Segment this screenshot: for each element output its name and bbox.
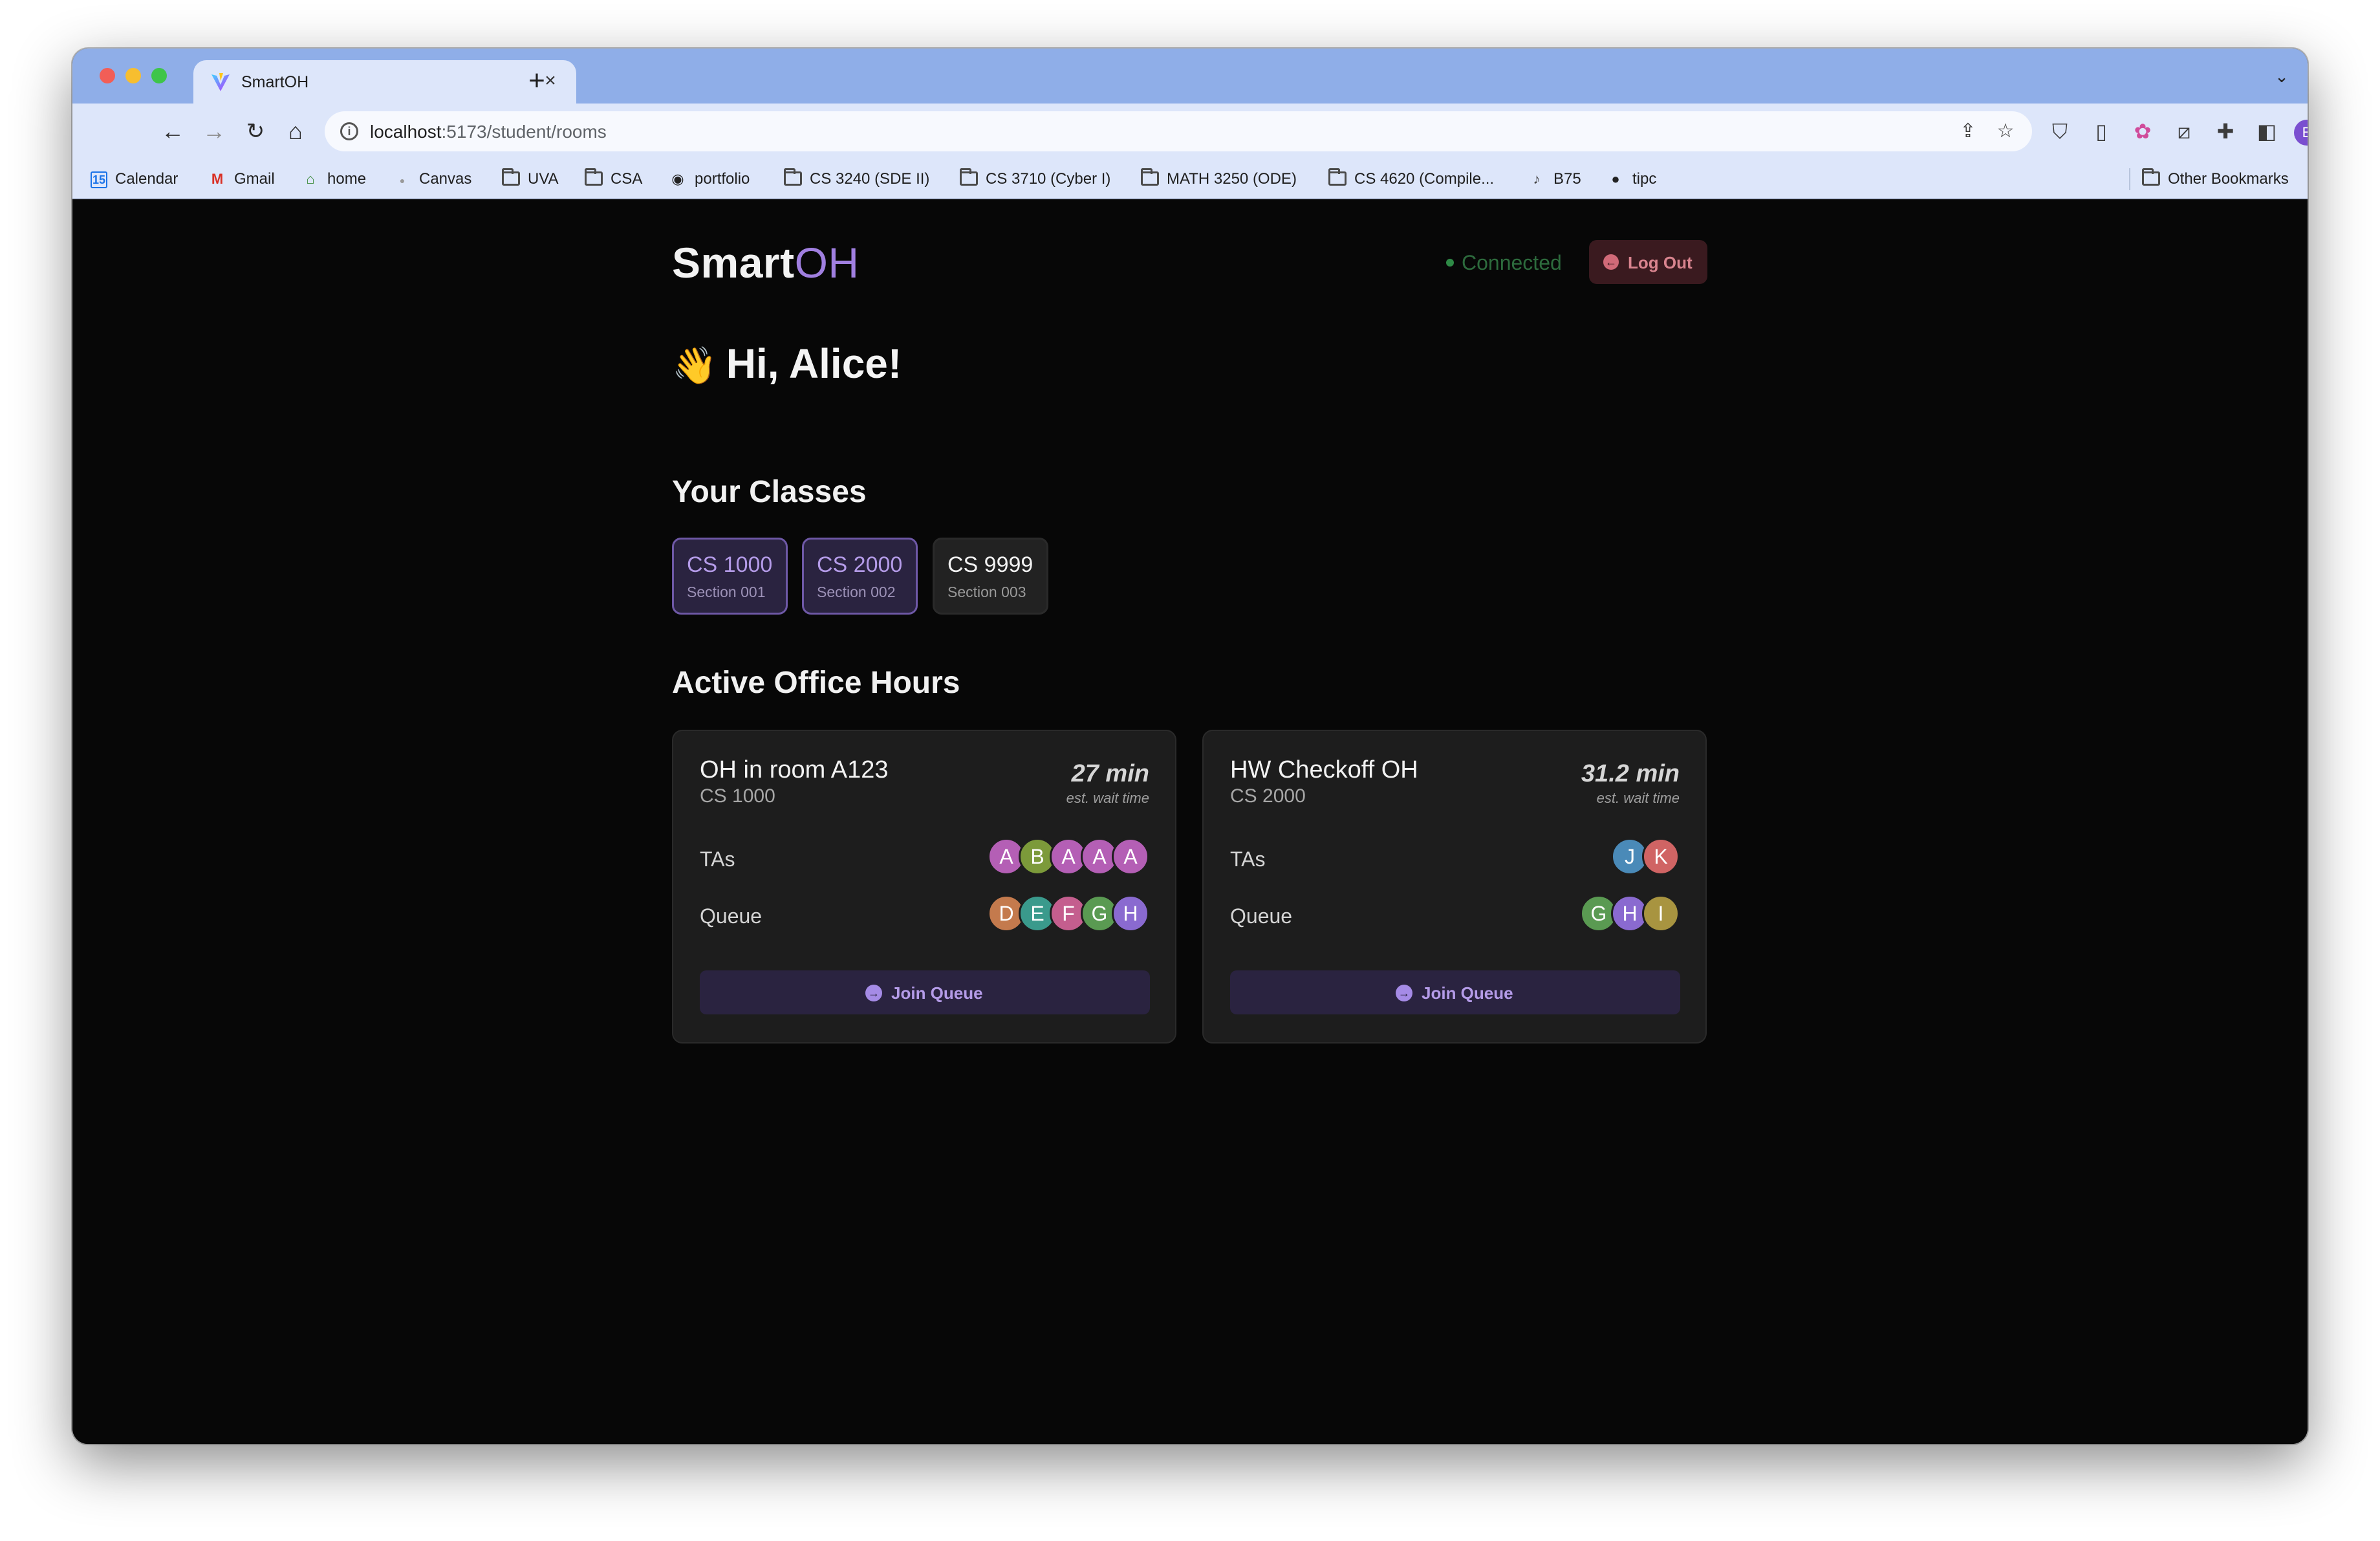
person-avatar: K [1642, 838, 1680, 875]
folder-icon [784, 168, 802, 186]
status-dot-icon [1446, 259, 1454, 267]
share-icon[interactable]: ⇪ [1956, 119, 1980, 144]
waving-hand-icon: 👋 [672, 345, 717, 386]
new-tab-button[interactable]: + [519, 63, 555, 99]
folder-icon [502, 168, 520, 186]
github-icon: ● [1611, 171, 1620, 187]
active-office-hours-title: Active Office Hours [672, 666, 960, 700]
other-bookmarks[interactable]: Other Bookmarks [2129, 168, 2289, 190]
folder-icon [960, 168, 978, 186]
maximize-window-button[interactable] [151, 68, 167, 83]
site-info-icon[interactable]: i [340, 122, 358, 140]
oh-wait-time: 27 min [1071, 760, 1149, 787]
back-arrow-icon[interactable]: ← [157, 115, 189, 148]
oh-card: OH in room A123 CS 1000 27 min est. wait… [672, 730, 1176, 1044]
oh-room-name: HW Checkoff OH [1230, 756, 1418, 783]
oh-wait-label: est. wait time [1066, 790, 1149, 806]
canvas-icon: ● [399, 175, 406, 186]
bookmark-tipc[interactable]: ● tipc [1606, 168, 1656, 190]
bookmark-cs3240[interactable]: CS 3240 (SDE II) [784, 168, 929, 190]
bookmark-star-icon[interactable]: ☆ [1993, 119, 2018, 144]
ta-avatar-row: JK [1518, 838, 1680, 875]
bookmark-csa[interactable]: CSA [585, 168, 642, 190]
ta-avatar-row: ABAAA [988, 838, 1149, 875]
tab-title: SmartOH [241, 73, 309, 91]
calendar-icon: 15 [91, 171, 107, 188]
person-avatar: A [1112, 838, 1149, 875]
slash-extension-icon[interactable]: ⧄ [2168, 115, 2200, 148]
browser-toolbar: ← → ↻ ⌂ i localhost:5173/student/rooms ⇪… [72, 104, 2308, 159]
join-queue-button[interactable]: → Join Queue [1230, 970, 1680, 1014]
side-panel-icon[interactable]: ◧ [2251, 115, 2283, 148]
bookmark-math3250[interactable]: MATH 3250 (ODE) [1141, 168, 1297, 190]
browser-window: SmartOH × + ⌄ ← → ↻ ⌂ i localhost:5173/s… [72, 49, 2308, 1444]
bookmark-home[interactable]: ⌂ home [301, 168, 366, 190]
person-avatar: I [1642, 895, 1680, 932]
app-viewport: SmartOH Connected ← Log Out 👋 Hi, Alice! … [72, 199, 2308, 1444]
bookmark-cs3710[interactable]: CS 3710 (Cyber I) [960, 168, 1110, 190]
your-classes-title: Your Classes [672, 475, 867, 509]
folder-icon [1328, 168, 1347, 186]
gmail-icon: M [211, 171, 224, 187]
tas-label: TAs [1230, 847, 1266, 871]
logout-button[interactable]: ← Log Out [1589, 240, 1707, 284]
queue-avatar-row: GHI [1518, 895, 1680, 932]
color-wheel-extension-icon[interactable]: ✿ [2126, 115, 2159, 148]
folder-icon [585, 168, 603, 186]
address-bar[interactable]: i localhost:5173/student/rooms ⇪ ☆ [325, 111, 2032, 151]
home-bookmark-icon: ⌂ [306, 171, 315, 187]
url-path: :5173/student/rooms [441, 122, 607, 142]
bookmark-canvas[interactable]: ● Canvas [393, 168, 472, 190]
tab-search-chevron-icon[interactable]: ⌄ [2271, 67, 2292, 87]
class-chip-cs2000[interactable]: CS 2000 Section 002 [802, 538, 918, 615]
join-queue-button[interactable]: → Join Queue [700, 970, 1150, 1014]
arrow-right-circle-icon: → [865, 985, 882, 1001]
url-host: localhost [370, 122, 442, 142]
bookmark-uva[interactable]: UVA [502, 168, 559, 190]
connection-status: Connected [1446, 251, 1562, 275]
app-logo[interactable]: SmartOH [672, 238, 860, 287]
oh-room-name: OH in room A123 [700, 756, 889, 783]
vite-favicon-icon [211, 73, 230, 91]
minimize-window-button[interactable] [125, 68, 141, 83]
oh-course: CS 1000 [700, 785, 775, 807]
bookmark-b75[interactable]: ♪ B75 [1528, 168, 1581, 190]
profile-avatar[interactable]: E [2294, 120, 2308, 146]
bookmark-portfolio[interactable]: ◉ portfolio [669, 168, 750, 190]
shield-extension-icon[interactable]: ⛉ [2044, 115, 2076, 148]
oh-card: HW Checkoff OH CS 2000 31.2 min est. wai… [1202, 730, 1707, 1044]
reload-icon[interactable]: ↻ [239, 115, 272, 148]
greeting-heading: 👋 Hi, Alice! [672, 340, 902, 387]
bookmarks-bar: 15 Calendar M Gmail ⌂ home ● Canvas UVA CSA … [72, 159, 2308, 199]
queue-label: Queue [700, 904, 763, 928]
close-window-button[interactable] [100, 68, 115, 83]
bell-icon: ♪ [1533, 171, 1541, 187]
oh-wait-label: est. wait time [1596, 790, 1680, 806]
queue-avatar-row: DEFGH [988, 895, 1149, 932]
puzzle-extensions-icon[interactable]: ✚ [2209, 115, 2242, 148]
url-text: localhost:5173/student/rooms [370, 122, 607, 142]
class-chip-cs9999[interactable]: CS 9999 Section 003 [933, 538, 1048, 615]
tas-label: TAs [700, 847, 735, 871]
oh-wait-time: 31.2 min [1581, 760, 1680, 787]
folder-icon [1141, 168, 1159, 186]
oh-course: CS 2000 [1230, 785, 1306, 807]
globe-icon: ◉ [671, 171, 684, 187]
bookmark-gmail[interactable]: M Gmail [208, 168, 275, 190]
bookmark-calendar[interactable]: 15 Calendar [91, 168, 178, 190]
home-icon[interactable]: ⌂ [279, 115, 312, 148]
bookmark-cs4620[interactable]: CS 4620 (Compile... [1328, 168, 1494, 190]
person-avatar: H [1112, 895, 1149, 932]
folder-icon [2142, 168, 2160, 186]
arrow-right-circle-icon: → [1396, 985, 1412, 1001]
logout-arrow-icon: ← [1603, 254, 1619, 270]
tab-strip: SmartOH × + ⌄ [72, 49, 2308, 104]
forward-arrow-icon[interactable]: → [198, 115, 230, 148]
queue-label: Queue [1230, 904, 1293, 928]
document-extension-icon[interactable]: ▯ [2085, 115, 2117, 148]
class-chip-cs1000[interactable]: CS 1000 Section 001 [672, 538, 788, 615]
